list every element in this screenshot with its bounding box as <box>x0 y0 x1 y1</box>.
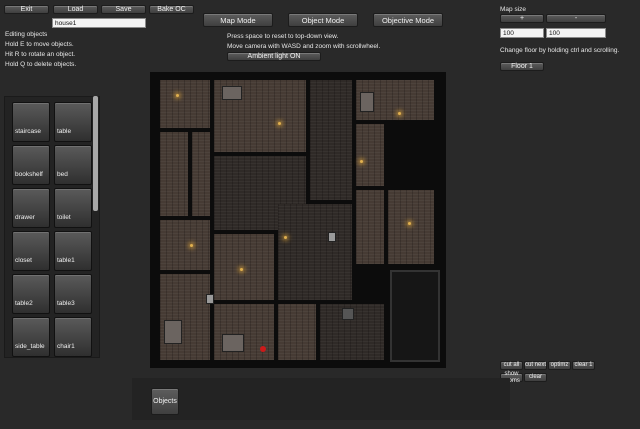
help-delete: Hold Q to delete objects. <box>5 61 77 68</box>
bake-oc-button[interactable]: Bake OC <box>149 5 194 14</box>
object-tile-closet[interactable]: closet <box>12 231 50 271</box>
map-viewport[interactable] <box>150 72 446 368</box>
light-icon <box>360 160 363 163</box>
object-label: closet <box>15 257 32 264</box>
help-title: Editing objects <box>5 31 48 38</box>
toilet-furniture <box>206 294 214 304</box>
room <box>214 234 274 300</box>
empty-lot <box>390 270 440 362</box>
objects-tab-button[interactable]: Objects <box>151 388 179 415</box>
object-label: table1 <box>57 257 75 264</box>
object-tile-drawer[interactable]: drawer <box>12 188 50 228</box>
light-icon <box>408 222 411 225</box>
object-tile-table3[interactable]: table3 <box>54 274 92 314</box>
bed-furniture <box>222 86 242 100</box>
player-marker-icon <box>260 346 266 352</box>
object-tile-table2[interactable]: table2 <box>12 274 50 314</box>
optimize-button[interactable]: optimz <box>548 361 571 370</box>
object-label: table3 <box>57 300 75 307</box>
bottom-panel <box>132 378 510 420</box>
room <box>160 274 210 360</box>
room <box>160 132 188 216</box>
room <box>278 304 316 360</box>
object-label: bookshelf <box>15 171 43 178</box>
light-icon <box>284 236 287 239</box>
map-name-input[interactable]: house1 <box>52 18 146 28</box>
object-label: chair1 <box>57 343 75 350</box>
object-tile-toilet[interactable]: toilet <box>54 188 92 228</box>
room <box>356 124 384 186</box>
object-label: side_table <box>15 343 45 350</box>
light-icon <box>240 268 243 271</box>
map-size-plus-button[interactable]: + <box>500 14 544 23</box>
object-tile-bookshelf[interactable]: bookshelf <box>12 145 50 185</box>
map-mode-button[interactable]: Map Mode <box>203 13 273 27</box>
object-label: table2 <box>15 300 33 307</box>
object-tile-table[interactable]: table <box>54 102 92 142</box>
object-label: drawer <box>15 214 35 221</box>
room <box>160 220 210 270</box>
light-icon <box>176 94 179 97</box>
object-tile-chair1[interactable]: chair1 <box>54 317 92 357</box>
map-width-input[interactable]: 100 <box>500 28 544 38</box>
bed-furniture <box>164 320 182 344</box>
floor-selector-button[interactable]: Floor 1 <box>500 62 544 71</box>
room <box>278 204 352 300</box>
clear-1-button[interactable]: clear 1 <box>572 361 595 370</box>
help-rotate: Hit R to rotate an object. <box>5 51 76 58</box>
room <box>192 132 210 216</box>
object-label: toilet <box>57 214 71 221</box>
object-label: bed <box>57 171 68 178</box>
light-icon <box>190 244 193 247</box>
load-button[interactable]: Load <box>53 5 98 14</box>
exit-button[interactable]: Exit <box>4 5 49 14</box>
room <box>310 80 352 200</box>
room <box>160 80 210 128</box>
toilet-furniture <box>328 232 336 242</box>
camera-move-hint: Move camera with WASD and zoom with scro… <box>227 43 381 50</box>
map-size-minus-button[interactable]: - <box>546 14 606 23</box>
map-height-input[interactable]: 100 <box>546 28 606 38</box>
help-move: Hold E to move objects. <box>5 41 74 48</box>
ambient-light-toggle[interactable]: Ambient light ON <box>227 52 321 61</box>
object-label: staircase <box>15 128 42 135</box>
light-icon <box>278 122 281 125</box>
object-tile-side-table[interactable]: side_table <box>12 317 50 357</box>
camera-reset-hint: Press space to reset to top-down view. <box>227 33 339 40</box>
table-furniture <box>342 308 354 320</box>
object-tile-bed[interactable]: bed <box>54 145 92 185</box>
object-list-scrollbar[interactable] <box>93 96 98 211</box>
save-button[interactable]: Save <box>101 5 146 14</box>
room <box>356 190 384 264</box>
room <box>388 190 434 264</box>
object-mode-button[interactable]: Object Mode <box>288 13 358 27</box>
objective-mode-button[interactable]: Objective Mode <box>373 13 443 27</box>
clear-button[interactable]: clear <box>524 373 547 382</box>
object-list-panel: staircase table bookshelf bed drawer toi… <box>4 96 100 358</box>
cut-next-button[interactable]: cut next <box>524 361 547 370</box>
object-label: table <box>57 128 72 135</box>
object-tile-staircase[interactable]: staircase <box>12 102 50 142</box>
object-tile-table1[interactable]: table1 <box>54 231 92 271</box>
floor-hint: Change floor by holding ctrl and scrolli… <box>500 47 620 54</box>
light-icon <box>398 112 401 115</box>
map-size-label: Map size <box>500 6 527 13</box>
cut-all-button[interactable]: cut all <box>500 361 523 370</box>
bed-furniture <box>360 92 374 112</box>
bed-furniture <box>222 334 244 352</box>
